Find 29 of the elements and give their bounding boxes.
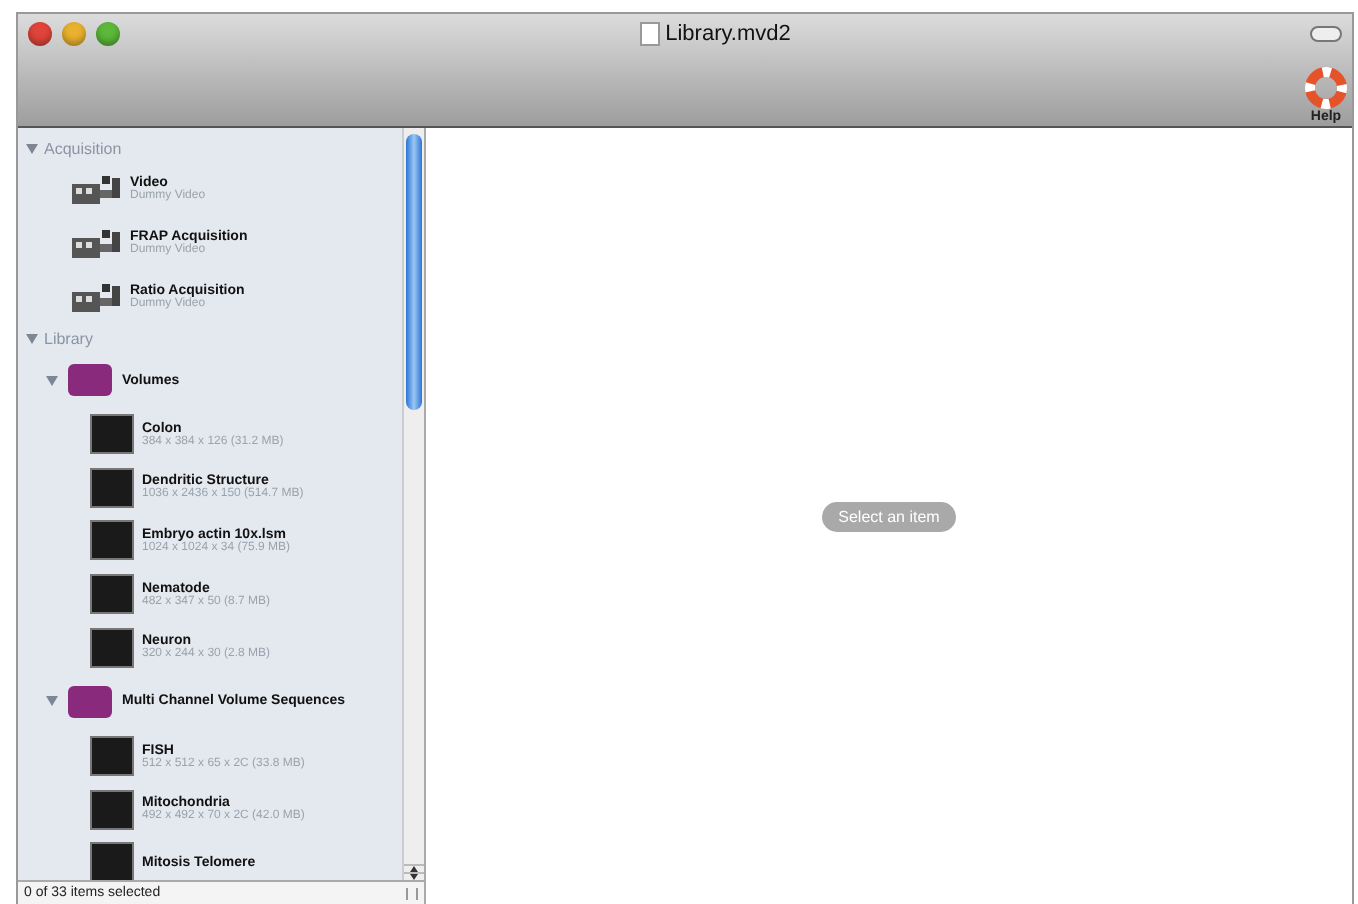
photo-placeholder (90, 467, 134, 508)
disclosure-triangle-icon[interactable] (46, 375, 58, 385)
video-camera-icon (70, 225, 122, 261)
folder-icon (68, 685, 112, 718)
lifebuoy-icon (1304, 66, 1348, 110)
photo-placeholder (90, 736, 134, 777)
minimize-button[interactable] (62, 22, 86, 46)
zoom-button[interactable] (96, 22, 120, 46)
video-camera-icon (70, 279, 122, 315)
scrollbar-thumb[interactable] (406, 134, 422, 410)
disclosure-triangle-icon[interactable] (46, 696, 58, 707)
document-icon (639, 22, 660, 46)
resize-grip-icon[interactable] (406, 887, 418, 899)
empty-state-label: Select an item (822, 501, 956, 531)
window-title: Library.mvd2 (665, 22, 791, 46)
photo-placeholder (90, 627, 134, 668)
photo-placeholder (90, 414, 134, 455)
folder-icon (68, 364, 112, 396)
disclosure-triangle-icon[interactable] (26, 333, 38, 343)
close-button[interactable] (28, 22, 52, 46)
photo-placeholder (90, 574, 134, 615)
photo-placeholder (90, 842, 134, 880)
photo-placeholder (90, 520, 134, 561)
photo-placeholder (90, 789, 134, 830)
scrollbar[interactable] (402, 128, 424, 880)
video-camera-icon (70, 171, 122, 207)
scroll-up-button[interactable] (404, 864, 424, 872)
disclosure-triangle-icon[interactable] (26, 143, 38, 153)
toolbar-toggle-button[interactable] (1310, 26, 1342, 42)
